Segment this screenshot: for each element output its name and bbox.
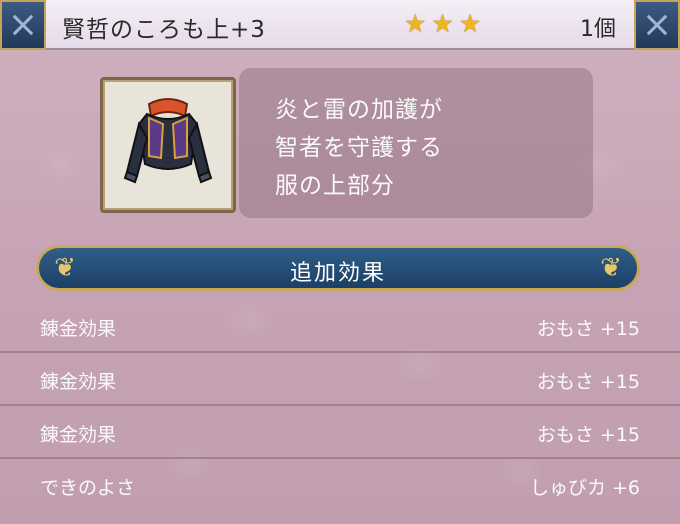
effects-list: 錬金効果 おもさ +15 錬金効果 おもさ +15 錬金効果 おもさ +15 で…	[0, 300, 680, 512]
description-line: 智者を守護する	[275, 135, 443, 161]
effect-row: 錬金効果 おもさ +15	[0, 353, 680, 406]
section-title: 追加効果	[289, 261, 386, 286]
effect-row: 錬金効果 おもさ +15	[0, 300, 680, 353]
item-image-frame	[100, 77, 236, 213]
close-corner-icon[interactable]	[0, 0, 46, 50]
item-quantity: 1個	[580, 17, 616, 42]
item-header: 賢哲のころも上+3 ★ ★ ★ 1個	[0, 0, 680, 50]
effect-row: 錬金効果 おもさ +15	[0, 406, 680, 459]
effect-value: しゅびカ +6	[529, 477, 640, 499]
effect-label: 錬金効果	[40, 424, 117, 446]
effect-label: 錬金効果	[40, 318, 117, 340]
additional-effects-header: ❦ 追加効果 ❦	[36, 245, 640, 291]
effect-label: できのよさ	[40, 477, 136, 499]
ornament-icon: ❦	[600, 253, 622, 283]
star-icon: ★	[404, 9, 427, 38]
description-line: 炎と雷の加護が	[275, 97, 443, 123]
jacket-icon	[123, 98, 213, 184]
star-rating: ★ ★ ★	[404, 10, 481, 38]
close-corner-icon[interactable]	[634, 0, 680, 50]
star-icon: ★	[431, 9, 454, 38]
effect-label: 錬金効果	[40, 371, 117, 393]
effect-row: できのよさ しゅびカ +6	[0, 459, 680, 512]
item-description: 炎と雷の加護が 智者を守護する 服の上部分	[239, 68, 593, 218]
item-name: 賢哲のころも上+3	[62, 17, 266, 43]
effect-value: おもさ +15	[536, 318, 640, 340]
effect-value: おもさ +15	[536, 424, 640, 446]
star-icon: ★	[458, 9, 482, 38]
description-line: 服の上部分	[275, 173, 395, 199]
effect-value: おもさ +15	[536, 371, 640, 393]
